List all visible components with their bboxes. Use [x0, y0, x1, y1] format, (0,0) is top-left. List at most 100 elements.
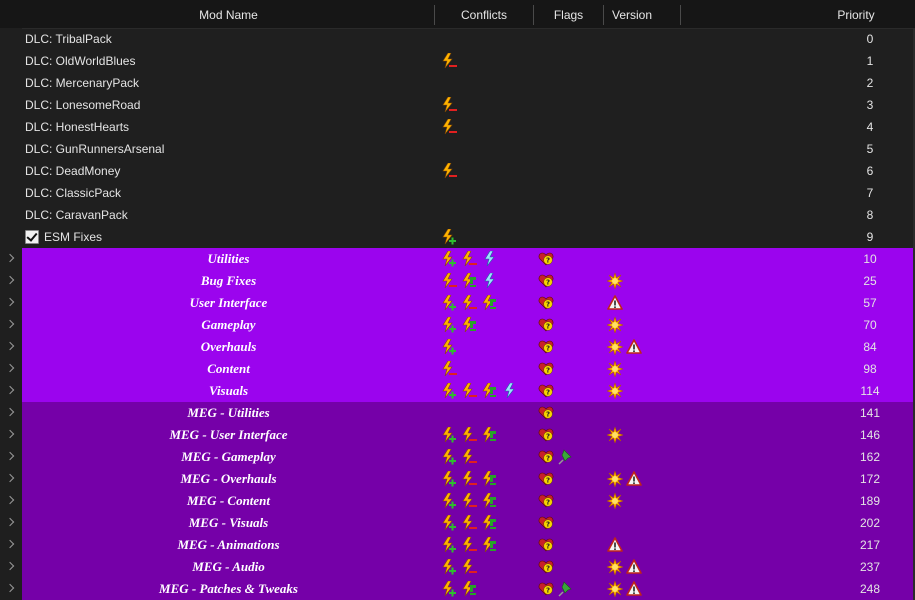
svg-text:?: ?	[546, 587, 550, 595]
priority-value: 7	[866, 186, 874, 200]
separator-row[interactable]: MEG - User Interface? 146	[0, 424, 913, 446]
separator-row[interactable]: MEG - Overhauls? 172	[0, 468, 913, 490]
mod-name: ESM Fixes	[44, 230, 103, 244]
conflict-overwrite-icon	[441, 471, 457, 487]
separator-row[interactable]: MEG - Utilities? 141	[0, 402, 913, 424]
separator-row[interactable]: MEG - Content? 189	[0, 490, 913, 512]
expand-chevron-icon[interactable]	[5, 363, 15, 373]
separator-flag-icon: ?	[538, 581, 554, 597]
separator-row[interactable]: MEG - Audio? 237	[0, 556, 913, 578]
mod-name: DLC: DeadMoney	[25, 164, 121, 178]
separator-name: MEG - Content	[186, 493, 271, 508]
separator-row[interactable]: Content? 98	[0, 358, 913, 380]
column-header-flags[interactable]: Flags	[534, 0, 603, 28]
conflict-overwrite-icon	[441, 317, 457, 333]
mod-row[interactable]: DLC: GunRunnersArsenal 5	[0, 138, 913, 160]
priority-value: 57	[863, 296, 877, 310]
priority-value: 9	[866, 230, 874, 244]
separator-row[interactable]: MEG - Patches & Tweaks? 248	[0, 578, 913, 600]
conflict-redundant-icon	[481, 251, 497, 267]
svg-text:?: ?	[546, 389, 550, 397]
separator-name: Content	[207, 361, 250, 376]
separator-name: Bug Fixes	[200, 273, 257, 288]
separator-flag-icon: ?	[538, 559, 554, 575]
separator-row[interactable]: User Interface? 57	[0, 292, 913, 314]
column-header-version[interactable]: Version	[604, 0, 660, 28]
expand-chevron-icon[interactable]	[5, 451, 15, 461]
warning-icon	[607, 537, 623, 553]
priority-value: 141	[859, 406, 881, 420]
mod-row[interactable]: DLC: TribalPack 0	[0, 28, 913, 50]
svg-text:?: ?	[546, 565, 550, 573]
version-new-icon	[607, 471, 623, 487]
mod-name: DLC: ClassicPack	[25, 186, 122, 200]
warning-icon	[626, 339, 642, 355]
expand-chevron-icon[interactable]	[5, 341, 15, 351]
priority-value: 162	[859, 450, 881, 464]
expand-chevron-icon[interactable]	[5, 319, 15, 329]
conflict-overwritten-icon	[441, 53, 457, 69]
conflict-overwritten-icon	[461, 493, 477, 509]
mod-row[interactable]: ESM Fixes 9	[0, 226, 913, 248]
separator-flag-icon: ?	[538, 251, 554, 267]
separator-name: MEG - Audio	[192, 559, 265, 574]
mod-enabled-checkbox[interactable]	[25, 230, 39, 244]
mod-row[interactable]: DLC: MercenaryPack 2	[0, 72, 913, 94]
mod-name: DLC: TribalPack	[25, 32, 112, 46]
priority-value: 4	[866, 120, 874, 134]
priority-value: 3	[866, 98, 874, 112]
expand-chevron-icon[interactable]	[5, 385, 15, 395]
priority-value: 98	[863, 362, 877, 376]
conflict-overwrite-icon	[441, 339, 457, 355]
conflict-overwritten-icon	[461, 537, 477, 553]
separator-name: Gameplay	[201, 317, 256, 332]
conflict-mixed-icon	[461, 273, 477, 289]
expand-chevron-icon[interactable]	[5, 429, 15, 439]
column-header-conflicts[interactable]: Conflicts	[435, 0, 533, 28]
mod-name: DLC: OldWorldBlues	[25, 54, 136, 68]
separator-row[interactable]: MEG - Animations? 217	[0, 534, 913, 556]
priority-value: 189	[859, 494, 881, 508]
expand-chevron-icon[interactable]	[5, 539, 15, 549]
svg-text:?: ?	[546, 455, 550, 463]
column-header-priority[interactable]: Priority	[806, 0, 906, 28]
mod-row[interactable]: DLC: DeadMoney 6	[0, 160, 913, 182]
mod-row[interactable]: DLC: CaravanPack 8	[0, 204, 913, 226]
column-divider[interactable]	[680, 5, 681, 25]
conflict-overwritten-icon	[441, 97, 457, 113]
expand-chevron-icon[interactable]	[5, 495, 15, 505]
conflict-overwrite-icon	[441, 383, 457, 399]
mod-row[interactable]: DLC: LonesomeRoad 3	[0, 94, 913, 116]
priority-value: 172	[859, 472, 881, 486]
mod-row[interactable]: DLC: HonestHearts 4	[0, 116, 913, 138]
separator-row[interactable]: Utilities? 10	[0, 248, 913, 270]
expand-chevron-icon[interactable]	[5, 561, 15, 571]
svg-text:?: ?	[546, 433, 550, 441]
version-new-icon	[607, 427, 623, 443]
version-new-icon	[607, 317, 623, 333]
expand-chevron-icon[interactable]	[5, 297, 15, 307]
separator-row[interactable]: Bug Fixes? 25	[0, 270, 913, 292]
expand-chevron-icon[interactable]	[5, 253, 15, 263]
separator-row[interactable]: Gameplay? 70	[0, 314, 913, 336]
expand-chevron-icon[interactable]	[5, 275, 15, 285]
separator-row[interactable]: MEG - Gameplay? 162	[0, 446, 913, 468]
mod-row[interactable]: DLC: OldWorldBlues 1	[0, 50, 913, 72]
mod-row[interactable]: DLC: ClassicPack 7	[0, 182, 913, 204]
expand-chevron-icon[interactable]	[5, 583, 15, 593]
conflict-mixed-icon	[481, 515, 497, 531]
conflict-overwritten-icon	[441, 361, 457, 377]
separator-row[interactable]: MEG - Visuals? 202	[0, 512, 913, 534]
separator-name: MEG - Visuals	[188, 515, 269, 530]
separator-row[interactable]: Overhauls? 84	[0, 336, 913, 358]
svg-text:?: ?	[546, 279, 550, 287]
separator-flag-icon: ?	[538, 295, 554, 311]
separator-name: MEG - Overhauls	[180, 471, 277, 486]
expand-chevron-icon[interactable]	[5, 407, 15, 417]
column-header-mod-name[interactable]: Mod Name	[22, 0, 435, 28]
separator-row[interactable]: Visuals? 114	[0, 380, 913, 402]
expand-chevron-icon[interactable]	[5, 517, 15, 527]
expand-chevron-icon[interactable]	[5, 473, 15, 483]
warning-icon	[626, 581, 642, 597]
separator-flag-icon: ?	[538, 339, 554, 355]
